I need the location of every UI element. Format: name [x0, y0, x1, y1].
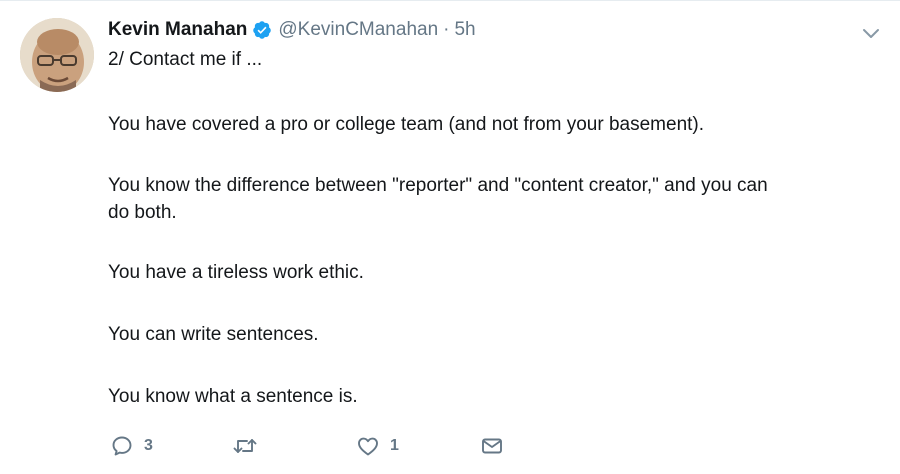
chevron-down-icon[interactable] [860, 22, 882, 44]
avatar[interactable] [20, 18, 94, 92]
envelope-icon [480, 434, 504, 458]
timestamp[interactable]: 5h [454, 19, 475, 41]
tweet-text-line: You know the difference between "reporte… [108, 175, 768, 196]
header-separator: · [443, 19, 450, 40]
tweet-text-line: 2/ Contact me if ... [108, 49, 263, 70]
tweet-header: Kevin Manahan @KevinCManahan · 5h [108, 17, 476, 43]
retweet-button[interactable] [232, 432, 268, 460]
tweet-text-line: You know what a sentence is. [108, 386, 358, 407]
verified-badge-icon [252, 20, 272, 40]
display-name[interactable]: Kevin Manahan [108, 19, 247, 41]
avatar-illustration [20, 18, 94, 92]
direct-message-button[interactable] [480, 432, 504, 460]
tweet-text-line: You have a tireless work ethic. [108, 262, 364, 283]
like-button[interactable]: 1 [356, 432, 399, 460]
retweet-icon [232, 434, 258, 458]
tweet-text-line: You have covered a pro or college team (… [108, 114, 705, 135]
heart-icon [356, 434, 380, 458]
tweet-text-line: do both. [108, 202, 177, 223]
reply-button[interactable]: 3 [110, 432, 153, 460]
reply-count: 3 [144, 437, 153, 454]
like-count: 1 [390, 437, 399, 454]
tweet-text-line: You can write sentences. [108, 324, 319, 345]
tweet-actions: 3 1 [108, 432, 708, 460]
tweet: Kevin Manahan @KevinCManahan · 5h 2/ Con… [0, 0, 900, 474]
user-handle[interactable]: @KevinCManahan [278, 19, 438, 41]
reply-icon [110, 434, 134, 458]
